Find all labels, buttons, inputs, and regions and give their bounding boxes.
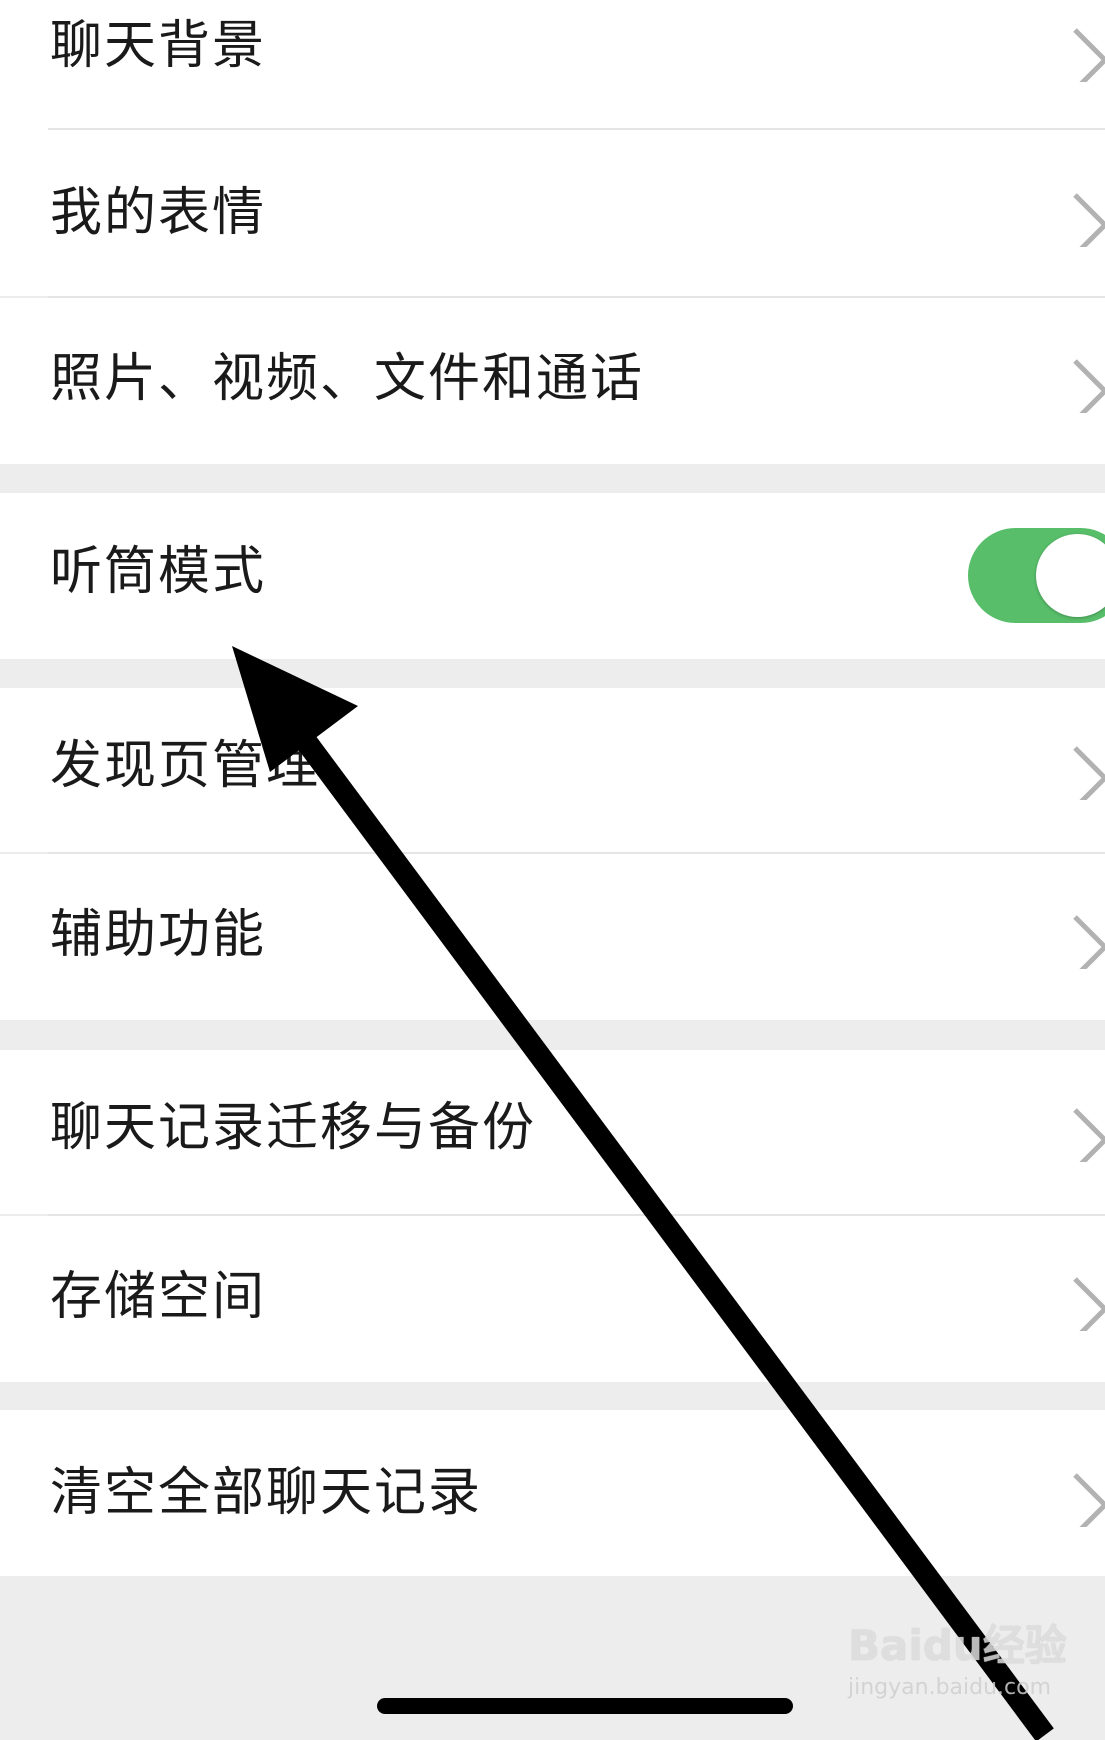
- home-indicator[interactable]: [377, 1698, 793, 1714]
- watermark-logo: Baidu经验: [848, 1621, 1067, 1670]
- watermark-url: jingyan.baidu.com: [848, 1675, 1052, 1700]
- arrow-annotation: [232, 646, 1054, 1740]
- baidu-watermark: Baidu经验 jingyan.baidu.com: [848, 1612, 1067, 1700]
